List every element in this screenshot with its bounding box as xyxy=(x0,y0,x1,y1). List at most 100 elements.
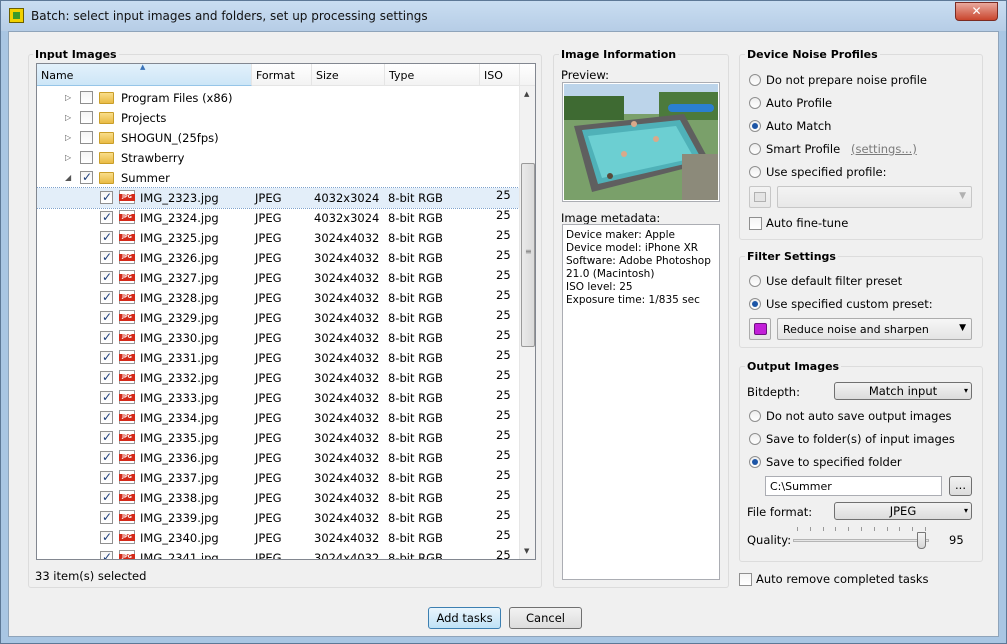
noise-option-auto-profile[interactable]: Auto Profile xyxy=(766,96,832,110)
collapse-arrow-icon[interactable]: ◢ xyxy=(65,173,71,182)
expand-arrow-icon[interactable]: ▷ xyxy=(65,153,71,162)
profile-dropdown[interactable]: ▼ xyxy=(777,186,972,208)
slider-thumb[interactable] xyxy=(917,532,927,549)
scroll-up-icon[interactable]: ▲ xyxy=(524,90,529,98)
folder-row[interactable]: ▷ Projects xyxy=(37,108,519,128)
file-row[interactable]: IMG_2323.jpg JPEG 4032x3024 8-bit RGB 25 xyxy=(37,187,520,209)
column-type[interactable]: Type xyxy=(385,64,480,86)
output-folder-input[interactable]: C:\Summer xyxy=(765,476,942,496)
smart-profile-settings-link[interactable]: (settings...) xyxy=(851,142,917,156)
column-iso[interactable]: ISO xyxy=(480,64,520,86)
column-name[interactable]: Name ▲ xyxy=(37,64,252,86)
file-row[interactable]: IMG_2324.jpg JPEG 4032x3024 8-bit RGB 25 xyxy=(37,208,519,228)
output-specified-folder-label[interactable]: Save to specified folder xyxy=(766,455,902,469)
file-checkbox[interactable] xyxy=(100,310,113,324)
folder-checkbox[interactable] xyxy=(80,170,93,184)
auto-remove-checkbox[interactable] xyxy=(739,573,752,586)
noise-option-none[interactable]: Do not prepare noise profile xyxy=(766,73,927,87)
file-checkbox[interactable] xyxy=(100,250,113,264)
noise-option-specified-radio[interactable] xyxy=(749,166,761,178)
expand-arrow-icon[interactable]: ▷ xyxy=(65,113,71,122)
close-button[interactable]: ✕ xyxy=(955,2,998,21)
file-row[interactable]: IMG_2341.jpg JPEG 3024x4032 8-bit RGB 25 xyxy=(37,548,519,559)
file-checkbox[interactable] xyxy=(100,230,113,244)
expand-arrow-icon[interactable]: ▷ xyxy=(65,93,71,102)
file-checkbox[interactable] xyxy=(100,470,113,484)
filter-custom-label[interactable]: Use specified custom preset: xyxy=(766,297,933,311)
folder-checkbox[interactable] xyxy=(80,91,93,104)
file-checkbox[interactable] xyxy=(100,430,113,444)
title-bar[interactable]: Batch: select input images and folders, … xyxy=(1,1,1006,31)
quality-slider[interactable] xyxy=(793,527,929,551)
file-checkbox[interactable] xyxy=(100,350,113,364)
folder-checkbox[interactable] xyxy=(80,131,93,144)
output-specified-folder-radio[interactable] xyxy=(749,456,761,468)
column-size[interactable]: Size xyxy=(312,64,385,86)
folder-row[interactable]: ▷ Program Files (x86) xyxy=(37,88,519,108)
output-no-save-label[interactable]: Do not auto save output images xyxy=(766,409,952,423)
noise-option-auto-match[interactable]: Auto Match xyxy=(766,119,831,133)
filter-default-radio[interactable] xyxy=(749,275,761,287)
filter-default-label[interactable]: Use default filter preset xyxy=(766,274,902,288)
file-checkbox[interactable] xyxy=(100,530,113,544)
vertical-scrollbar[interactable]: ▲ ≡ ▼ xyxy=(519,86,535,559)
scroll-down-icon[interactable]: ▼ xyxy=(524,547,529,555)
noise-option-specified[interactable]: Use specified profile: xyxy=(766,165,887,179)
folder-row[interactable]: ▷ SHOGUN_(25fps) xyxy=(37,128,519,148)
file-row[interactable]: IMG_2331.jpg JPEG 3024x4032 8-bit RGB 25 xyxy=(37,348,519,368)
file-row[interactable]: IMG_2334.jpg JPEG 3024x4032 8-bit RGB 25 xyxy=(37,408,519,428)
profile-folder-button[interactable] xyxy=(749,186,771,208)
file-row[interactable]: IMG_2336.jpg JPEG 3024x4032 8-bit RGB 25 xyxy=(37,448,519,468)
preset-button[interactable] xyxy=(749,318,771,340)
file-row[interactable]: IMG_2333.jpg JPEG 3024x4032 8-bit RGB 25 xyxy=(37,388,519,408)
file-checkbox[interactable] xyxy=(100,190,113,204)
bitdepth-dropdown[interactable]: Match input ▾ xyxy=(834,382,972,400)
add-tasks-button[interactable]: Add tasks xyxy=(428,607,501,629)
output-input-folder-label[interactable]: Save to folder(s) of input images xyxy=(766,432,955,446)
preset-dropdown[interactable]: Reduce noise and sharpen ▼ xyxy=(777,318,972,340)
output-input-folder-radio[interactable] xyxy=(749,433,761,445)
fine-tune-checkbox[interactable] xyxy=(749,217,762,230)
noise-option-smart-profile-radio[interactable] xyxy=(749,143,761,155)
file-checkbox[interactable] xyxy=(100,390,113,404)
expand-arrow-icon[interactable]: ▷ xyxy=(65,133,71,142)
file-checkbox[interactable] xyxy=(100,330,113,344)
file-checkbox[interactable] xyxy=(100,270,113,284)
file-row[interactable]: IMG_2327.jpg JPEG 3024x4032 8-bit RGB 25 xyxy=(37,268,519,288)
folder-checkbox[interactable] xyxy=(80,151,93,164)
folder-row[interactable]: ◢ Summer xyxy=(37,168,519,188)
file-row[interactable]: IMG_2329.jpg JPEG 3024x4032 8-bit RGB 25 xyxy=(37,308,519,328)
output-no-save-radio[interactable] xyxy=(749,410,761,422)
folder-checkbox[interactable] xyxy=(80,111,93,124)
noise-option-auto-profile-radio[interactable] xyxy=(749,97,761,109)
file-row[interactable]: IMG_2332.jpg JPEG 3024x4032 8-bit RGB 25 xyxy=(37,368,519,388)
file-row[interactable]: IMG_2337.jpg JPEG 3024x4032 8-bit RGB 25 xyxy=(37,468,519,488)
auto-remove-label[interactable]: Auto remove completed tasks xyxy=(756,572,929,586)
file-checkbox[interactable] xyxy=(100,450,113,464)
noise-option-auto-match-radio[interactable] xyxy=(749,120,761,132)
file-checkbox[interactable] xyxy=(100,290,113,304)
file-row[interactable]: IMG_2338.jpg JPEG 3024x4032 8-bit RGB 25 xyxy=(37,488,519,508)
column-format[interactable]: Format xyxy=(252,64,312,86)
filter-custom-radio[interactable] xyxy=(749,298,761,310)
file-format-dropdown[interactable]: JPEG ▾ xyxy=(834,502,972,520)
noise-option-smart-profile[interactable]: Smart Profile xyxy=(766,142,840,156)
file-checkbox[interactable] xyxy=(100,210,113,224)
file-row[interactable]: IMG_2340.jpg JPEG 3024x4032 8-bit RGB 25 xyxy=(37,528,519,548)
file-checkbox[interactable] xyxy=(100,510,113,524)
scroll-thumb[interactable]: ≡ xyxy=(521,163,535,347)
file-row[interactable]: IMG_2339.jpg JPEG 3024x4032 8-bit RGB 25 xyxy=(37,508,519,528)
image-tree[interactable]: Name ▲ Format Size Type ISO ▷ Program File… xyxy=(36,63,536,560)
file-row[interactable]: IMG_2330.jpg JPEG 3024x4032 8-bit RGB 25 xyxy=(37,328,519,348)
file-checkbox[interactable] xyxy=(100,370,113,384)
file-checkbox[interactable] xyxy=(100,550,113,559)
fine-tune-label[interactable]: Auto fine-tune xyxy=(766,216,848,230)
cancel-button[interactable]: Cancel xyxy=(509,607,582,629)
file-checkbox[interactable] xyxy=(100,410,113,424)
file-row[interactable]: IMG_2335.jpg JPEG 3024x4032 8-bit RGB 25 xyxy=(37,428,519,448)
file-row[interactable]: IMG_2325.jpg JPEG 3024x4032 8-bit RGB 25 xyxy=(37,228,519,248)
file-row[interactable]: IMG_2328.jpg JPEG 3024x4032 8-bit RGB 25 xyxy=(37,288,519,308)
folder-row[interactable]: ▷ Strawberry xyxy=(37,148,519,168)
file-checkbox[interactable] xyxy=(100,490,113,504)
browse-folder-button[interactable]: ... xyxy=(949,476,972,496)
